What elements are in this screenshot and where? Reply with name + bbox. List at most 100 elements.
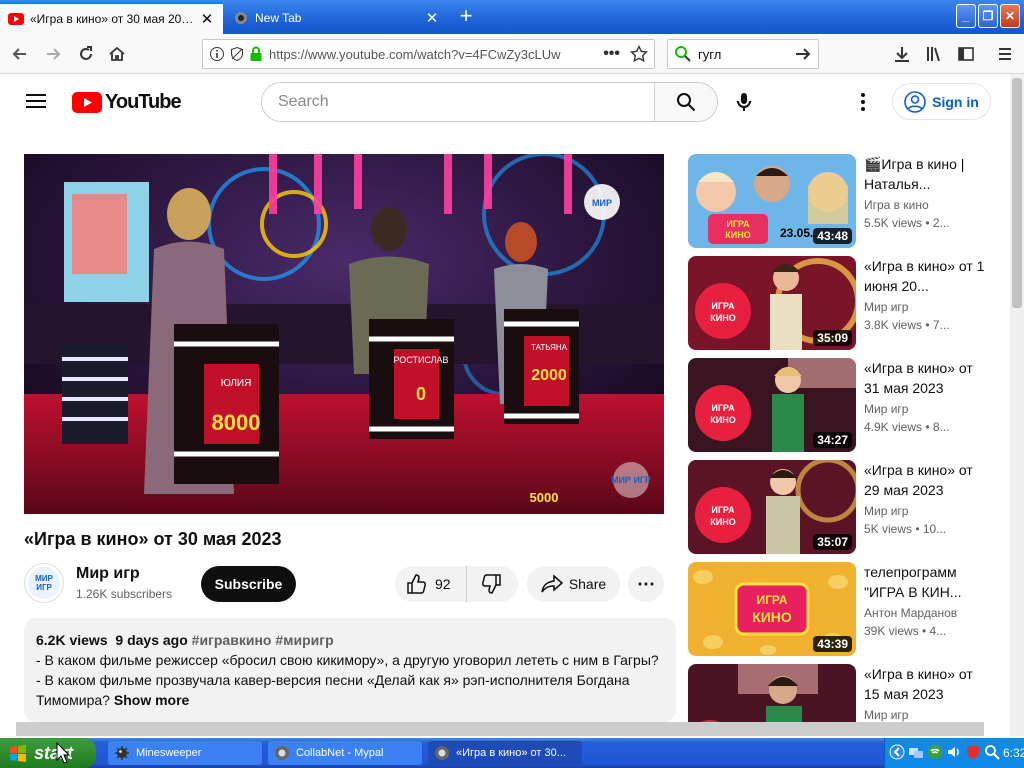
related-thumbnail[interactable]: ИГРА КИНО 35:07 bbox=[688, 460, 856, 554]
upload-age: 9 days ago bbox=[115, 632, 188, 648]
url-text: https://www.youtube.com/watch?v=4FCwZy3c… bbox=[269, 46, 561, 62]
start-button[interactable]: start bbox=[0, 738, 96, 768]
related-channel[interactable]: Игра в кино bbox=[864, 198, 929, 212]
related-channel[interactable]: Мир игр bbox=[864, 300, 908, 314]
tray-volume-icon[interactable] bbox=[946, 744, 962, 763]
dislike-button[interactable] bbox=[467, 566, 517, 602]
taskbar-item-collabnet[interactable]: CollabNet - Mypal bbox=[268, 741, 422, 765]
tab-youtube-video[interactable]: «Игра в кино» от 30 мая 2023 - Y ✕ bbox=[0, 2, 223, 34]
related-thumbnail[interactable]: ИГРА КИНО 34:27 bbox=[688, 358, 856, 452]
more-actions-button[interactable]: ⋯ bbox=[628, 566, 664, 602]
youtube-search-input[interactable] bbox=[262, 83, 654, 121]
browser-app-icon bbox=[275, 746, 289, 760]
taskbar-item-minesweeper[interactable]: Minesweeper bbox=[108, 741, 262, 765]
video-title: «Игра в кино» от 30 мая 2023 bbox=[24, 529, 282, 549]
tray-network-icon[interactable] bbox=[908, 744, 924, 763]
show-more-link[interactable]: Show more bbox=[114, 692, 189, 708]
related-title[interactable]: телепрограмм "ИГРА В КИН... bbox=[864, 562, 992, 602]
tab-close-icon[interactable]: ✕ bbox=[199, 10, 215, 28]
share-button[interactable]: Share bbox=[527, 566, 620, 602]
reload-button[interactable] bbox=[72, 40, 100, 68]
taskbar-item-youtube[interactable]: «Игра в кино» от 30... bbox=[428, 741, 582, 765]
forward-arrow-icon bbox=[47, 48, 61, 60]
site-info-icons[interactable] bbox=[209, 46, 263, 62]
downloads-button[interactable] bbox=[888, 40, 916, 68]
sign-in-button[interactable]: Sign in bbox=[892, 83, 991, 120]
related-video-5[interactable]: ИГРА КИНО 43:39 телепрограмм "ИГРА В КИН.… bbox=[688, 562, 998, 656]
related-meta: 39K views • 4... bbox=[864, 624, 947, 638]
tab-new-tab[interactable]: New Tab ✕ bbox=[225, 2, 448, 34]
related-thumbnail[interactable]: ИГРА КИНО 35:09 bbox=[688, 256, 856, 350]
related-title[interactable]: «Игра в кино» от 29 мая 2023 bbox=[864, 460, 992, 500]
sidebar-button[interactable] bbox=[952, 40, 980, 68]
minimize-button[interactable]: _ bbox=[956, 4, 976, 28]
podium-score-1: 8000 bbox=[212, 410, 261, 435]
related-thumbnail[interactable]: ИГРА КИНО 43:39 bbox=[688, 562, 856, 656]
home-button[interactable] bbox=[103, 40, 131, 68]
related-thumbnail[interactable]: ИГРА КИНО 23.05. 43:48 bbox=[688, 154, 856, 248]
sidebar-icon bbox=[958, 47, 974, 61]
related-title[interactable]: «Игра в кино» от 15 мая 2023 bbox=[864, 664, 992, 704]
voice-search-icon[interactable] bbox=[736, 92, 752, 117]
description-line-3: Тимомира? bbox=[36, 692, 110, 708]
tray-search-icon[interactable] bbox=[984, 744, 1000, 763]
vertical-scrollbar[interactable] bbox=[1010, 74, 1024, 736]
horizontal-scrollbar[interactable] bbox=[16, 722, 984, 736]
related-channel[interactable]: Мир игр bbox=[864, 402, 908, 416]
forward-button[interactable] bbox=[39, 40, 67, 68]
new-tab-button[interactable]: + bbox=[450, 2, 482, 32]
related-video-3[interactable]: ИГРА КИНО 34:27 «Игра в кино» от 31 мая 2… bbox=[688, 358, 998, 452]
view-count: 6.2K views bbox=[36, 632, 108, 648]
subscribe-button[interactable]: Subscribe bbox=[201, 566, 296, 602]
desktop: «Игра в кино» от 30 мая 2023 - Y ✕ New T… bbox=[0, 0, 1024, 768]
related-channel[interactable]: Антон Марданов bbox=[864, 606, 957, 620]
video-duration: 43:39 bbox=[813, 636, 852, 652]
mouse-cursor-icon bbox=[56, 742, 70, 764]
tray-back-arrow-icon[interactable] bbox=[889, 744, 905, 763]
system-tray: 6:32 bbox=[884, 738, 1024, 768]
video-player[interactable]: ЮЛИЯ 8000 РОСТИСЛАВ 0 ТАТЬЯНА 2000 МИР М… bbox=[24, 154, 664, 514]
close-window-button[interactable]: ✕ bbox=[1000, 4, 1020, 28]
back-button[interactable] bbox=[6, 40, 34, 68]
like-button[interactable]: 92 bbox=[395, 566, 467, 602]
podium-name-3: ТАТЬЯНА bbox=[531, 343, 568, 352]
library-button[interactable] bbox=[920, 40, 948, 68]
browser-search-bar[interactable]: гугл bbox=[667, 39, 819, 69]
tab-close-icon[interactable]: ✕ bbox=[424, 9, 440, 27]
related-channel[interactable]: Мир игр bbox=[864, 504, 908, 518]
youtube-search-button[interactable] bbox=[654, 83, 717, 121]
related-video-6[interactable]: «Игра в кино» от 15 мая 2023 Мир игр bbox=[688, 664, 998, 722]
youtube-logo[interactable]: YouTube bbox=[72, 91, 182, 114]
channel-logo-text: МИР bbox=[592, 198, 612, 208]
tray-security-icon[interactable] bbox=[965, 744, 981, 763]
related-title[interactable]: «Игра в кино» от 31 мая 2023 bbox=[864, 358, 992, 398]
podium-score-3: 2000 bbox=[531, 367, 567, 384]
related-title[interactable]: «Игра в кино» от 1 июня 20... bbox=[864, 256, 992, 296]
like-count: 92 bbox=[435, 576, 451, 592]
hashtags[interactable]: #игравкино #миригр bbox=[192, 632, 334, 648]
related-thumbnail[interactable] bbox=[688, 664, 856, 722]
bookmark-star-icon[interactable] bbox=[630, 45, 648, 63]
related-video-4[interactable]: ИГРА КИНО 35:07 «Игра в кино» от 29 мая 2… bbox=[688, 460, 998, 554]
page-actions-icon[interactable]: ••• bbox=[603, 45, 620, 63]
related-title[interactable]: 🎬Игра в кино | Наталья... bbox=[864, 154, 992, 194]
related-channel[interactable]: Мир игр bbox=[864, 708, 908, 722]
maximize-button[interactable]: ❐ bbox=[978, 4, 998, 28]
tray-wifi-icon[interactable] bbox=[927, 744, 943, 763]
browser-tabbar: «Игра в кино» от 30 мая 2023 - Y ✕ New T… bbox=[0, 0, 1024, 34]
related-video-1[interactable]: ИГРА КИНО 23.05. 43:48 🎬Игра в кино | Нат… bbox=[688, 154, 998, 248]
browser-app-icon bbox=[435, 746, 449, 760]
url-bar[interactable]: https://www.youtube.com/watch?v=4FCwZy3c… bbox=[202, 39, 655, 69]
youtube-search-box[interactable] bbox=[261, 82, 718, 122]
related-video-2[interactable]: ИГРА КИНО 35:09 «Игра в кино» от 1 июня 2… bbox=[688, 256, 998, 350]
menu-button[interactable] bbox=[991, 40, 1019, 68]
video-description[interactable]: 6.2K views 9 days ago #игравкино #миригр… bbox=[24, 618, 676, 722]
vertical-scroll-thumb[interactable] bbox=[1012, 78, 1022, 308]
newtab-favicon-icon bbox=[233, 10, 249, 26]
guide-menu-icon[interactable] bbox=[26, 92, 46, 115]
settings-dots-icon[interactable] bbox=[860, 92, 866, 117]
channel-name[interactable]: Мир игр bbox=[76, 565, 140, 583]
youtube-favicon-icon bbox=[8, 11, 24, 27]
channel-avatar[interactable]: МИР ИГР bbox=[24, 563, 64, 603]
related-meta: 4.9K views • 8... bbox=[864, 420, 950, 434]
